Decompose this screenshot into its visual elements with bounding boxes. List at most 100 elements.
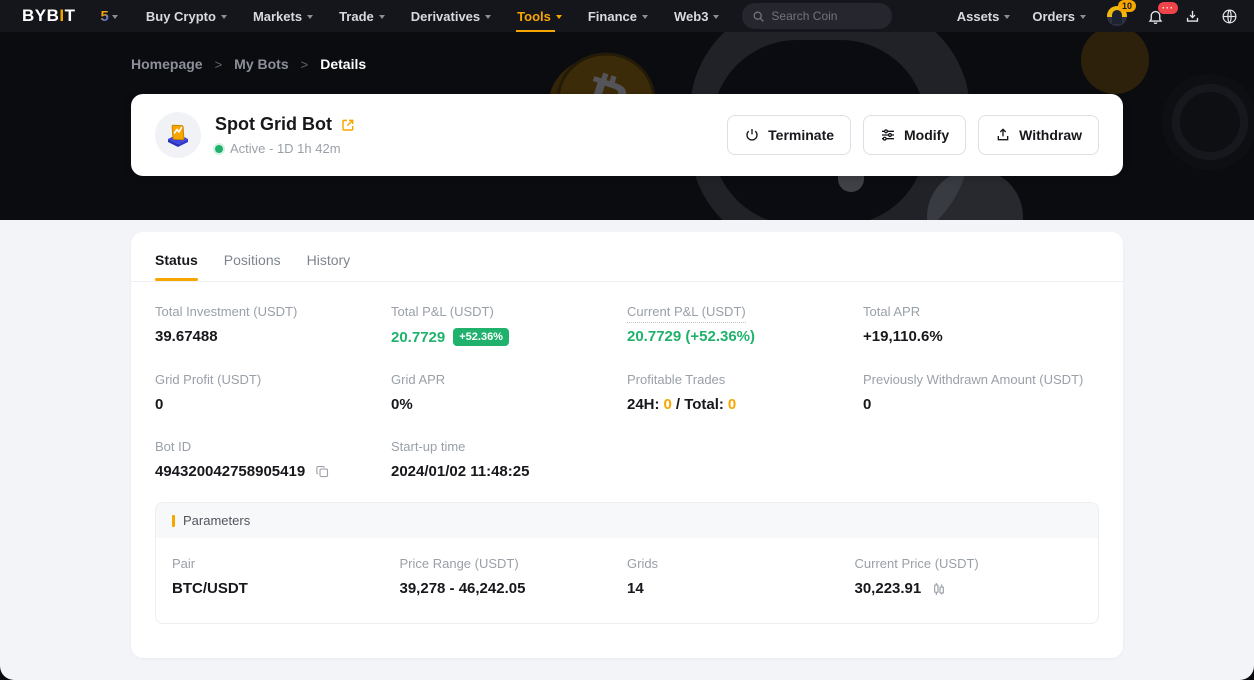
nav-label: Orders xyxy=(1032,9,1075,24)
stat-label: Grid APR xyxy=(391,372,627,387)
breadcrumb: Homepage > My Bots > Details xyxy=(131,32,1123,72)
param-label: Grids xyxy=(627,556,855,571)
stat-value: 0% xyxy=(391,396,627,413)
stat-label: Profitable Trades xyxy=(627,372,863,387)
details-tabs: Status Positions History xyxy=(155,252,1099,281)
stat-label: Total APR xyxy=(863,304,1099,319)
stat-label-tooltip[interactable]: Current P&L (USDT) xyxy=(627,304,746,323)
stat-value: 0 xyxy=(863,396,1099,413)
trades-total-label: / Total: xyxy=(676,396,724,413)
globe-icon xyxy=(1221,8,1238,25)
stat-label: Previously Withdrawn Amount (USDT) xyxy=(863,372,1099,387)
param-value: 39,278 - 46,242.05 xyxy=(400,580,628,597)
nav-label: Tools xyxy=(517,9,551,24)
sliders-icon xyxy=(880,127,896,143)
external-link-icon[interactable] xyxy=(340,117,356,133)
chevron-down-icon xyxy=(713,15,719,19)
chevron-down-icon xyxy=(1080,15,1086,19)
pl-percent-badge: +52.36% xyxy=(453,328,509,346)
withdraw-label: Withdraw xyxy=(1019,127,1082,143)
param-label: Pair xyxy=(172,556,400,571)
search-input[interactable] xyxy=(771,9,882,23)
param-price-range: Price Range (USDT) 39,278 - 46,242.05 xyxy=(400,556,628,597)
copy-icon[interactable] xyxy=(315,464,330,479)
parameters-header: Parameters xyxy=(156,503,1098,538)
terminate-label: Terminate xyxy=(768,127,834,143)
stat-total-investment: Total Investment (USDT) 39.67488 xyxy=(155,304,391,346)
trades-24h-value: 0 xyxy=(664,396,672,413)
stat-grid-apr: Grid APR 0% xyxy=(391,372,627,413)
param-value: BTC/USDT xyxy=(172,580,400,597)
trades-24h-label: 24H: xyxy=(627,396,660,413)
bot-status-text: Active - 1D 1h 42m xyxy=(230,141,341,156)
breadcrumb-my-bots[interactable]: My Bots xyxy=(234,56,288,72)
breadcrumb-separator: > xyxy=(215,57,223,72)
tab-history[interactable]: History xyxy=(307,252,351,281)
trades-total-value: 0 xyxy=(728,396,736,413)
stat-value: 20.7729 (+52.36%) xyxy=(627,328,863,345)
nav-label: Derivatives xyxy=(411,9,480,24)
nav-item-buy-crypto[interactable]: Buy Crypto xyxy=(145,0,228,32)
tab-status[interactable]: Status xyxy=(155,252,198,281)
upload-icon xyxy=(995,127,1011,143)
breadcrumb-homepage[interactable]: Homepage xyxy=(131,56,203,72)
nav-item-finance[interactable]: Finance xyxy=(587,0,649,32)
active-status-dot xyxy=(215,145,223,153)
parameters-title: Parameters xyxy=(183,513,250,528)
stat-value: 2024/01/02 11:48:25 xyxy=(391,463,627,480)
modify-label: Modify xyxy=(904,127,949,143)
terminate-button[interactable]: Terminate xyxy=(727,115,851,155)
tab-positions[interactable]: Positions xyxy=(224,252,281,281)
search-box[interactable] xyxy=(742,3,892,29)
bybit-logo[interactable]: BYBIT xyxy=(22,6,76,26)
breadcrumb-separator: > xyxy=(301,57,309,72)
stat-prev-withdrawn: Previously Withdrawn Amount (USDT) 0 xyxy=(863,372,1099,413)
nav-item-tools[interactable]: Tools xyxy=(516,0,563,32)
stat-label: Total Investment (USDT) xyxy=(155,304,391,319)
param-label: Price Range (USDT) xyxy=(400,556,628,571)
chevron-down-icon xyxy=(221,15,227,19)
param-current-price: Current Price (USDT) 30,223.91 xyxy=(855,556,1083,597)
withdraw-button[interactable]: Withdraw xyxy=(978,115,1099,155)
stat-value: +19,110.6% xyxy=(863,328,1099,345)
nav-item-assets[interactable]: Assets xyxy=(956,0,1012,32)
chevron-down-icon xyxy=(1004,15,1010,19)
modify-button[interactable]: Modify xyxy=(863,115,966,155)
parameters-grid: Pair BTC/USDT Price Range (USDT) 39,278 … xyxy=(156,538,1098,623)
bot-header-card: Spot Grid Bot Active - 1D 1h 42m Termina… xyxy=(131,94,1123,176)
download-app-button[interactable] xyxy=(1184,8,1201,25)
nav-item-web3[interactable]: Web3 xyxy=(673,0,720,32)
notifications-bell[interactable]: ··· xyxy=(1147,8,1164,25)
chevron-down-icon xyxy=(642,15,648,19)
stat-total-apr: Total APR +19,110.6% xyxy=(863,304,1099,346)
search-icon xyxy=(752,10,765,23)
nav-label: Assets xyxy=(957,9,1000,24)
nav-item-derivatives[interactable]: Derivatives xyxy=(410,0,492,32)
stat-current-pl: Current P&L (USDT) 20.7729 (+52.36%) xyxy=(627,304,863,346)
nav-item-trade[interactable]: Trade xyxy=(338,0,386,32)
stat-label: Total P&L (USDT) xyxy=(391,304,627,319)
stat-value: 0 xyxy=(155,396,391,413)
notification-count-badge: 10 xyxy=(1118,0,1136,12)
stat-total-pl: Total P&L (USDT) 20.7729 +52.36% xyxy=(391,304,627,346)
breadcrumb-current: Details xyxy=(320,56,366,72)
nav-item-orders[interactable]: Orders xyxy=(1031,0,1087,32)
language-selector[interactable] xyxy=(1221,8,1238,25)
bybit-bot-details-page: BYBIT 5 Buy Crypto Markets Trade Derivat… xyxy=(0,0,1254,680)
stat-label: Bot ID xyxy=(155,439,391,454)
logo-text-end: T xyxy=(65,6,76,25)
status-stats-grid: Total Investment (USDT) 39.67488 Total P… xyxy=(155,282,1099,480)
param-pair: Pair BTC/USDT xyxy=(172,556,400,597)
alert-count-badge: ··· xyxy=(1158,2,1178,14)
stat-profitable-trades: Profitable Trades 24H: 0 / Total: 0 xyxy=(627,372,863,413)
profile-avatar[interactable]: 10 xyxy=(1107,6,1127,26)
nav-item-markets[interactable]: Markets xyxy=(252,0,314,32)
chevron-down-icon xyxy=(556,15,562,19)
nav-label: Web3 xyxy=(674,9,708,24)
anniversary-5-menu[interactable]: 5 xyxy=(100,0,119,32)
nav-label: Trade xyxy=(339,9,374,24)
stat-grid-profit: Grid Profit (USDT) 0 xyxy=(155,372,391,413)
candlestick-chart-icon[interactable] xyxy=(931,581,947,597)
top-navbar: BYBIT 5 Buy Crypto Markets Trade Derivat… xyxy=(0,0,1254,32)
stat-startup-time: Start-up time 2024/01/02 11:48:25 xyxy=(391,439,627,480)
